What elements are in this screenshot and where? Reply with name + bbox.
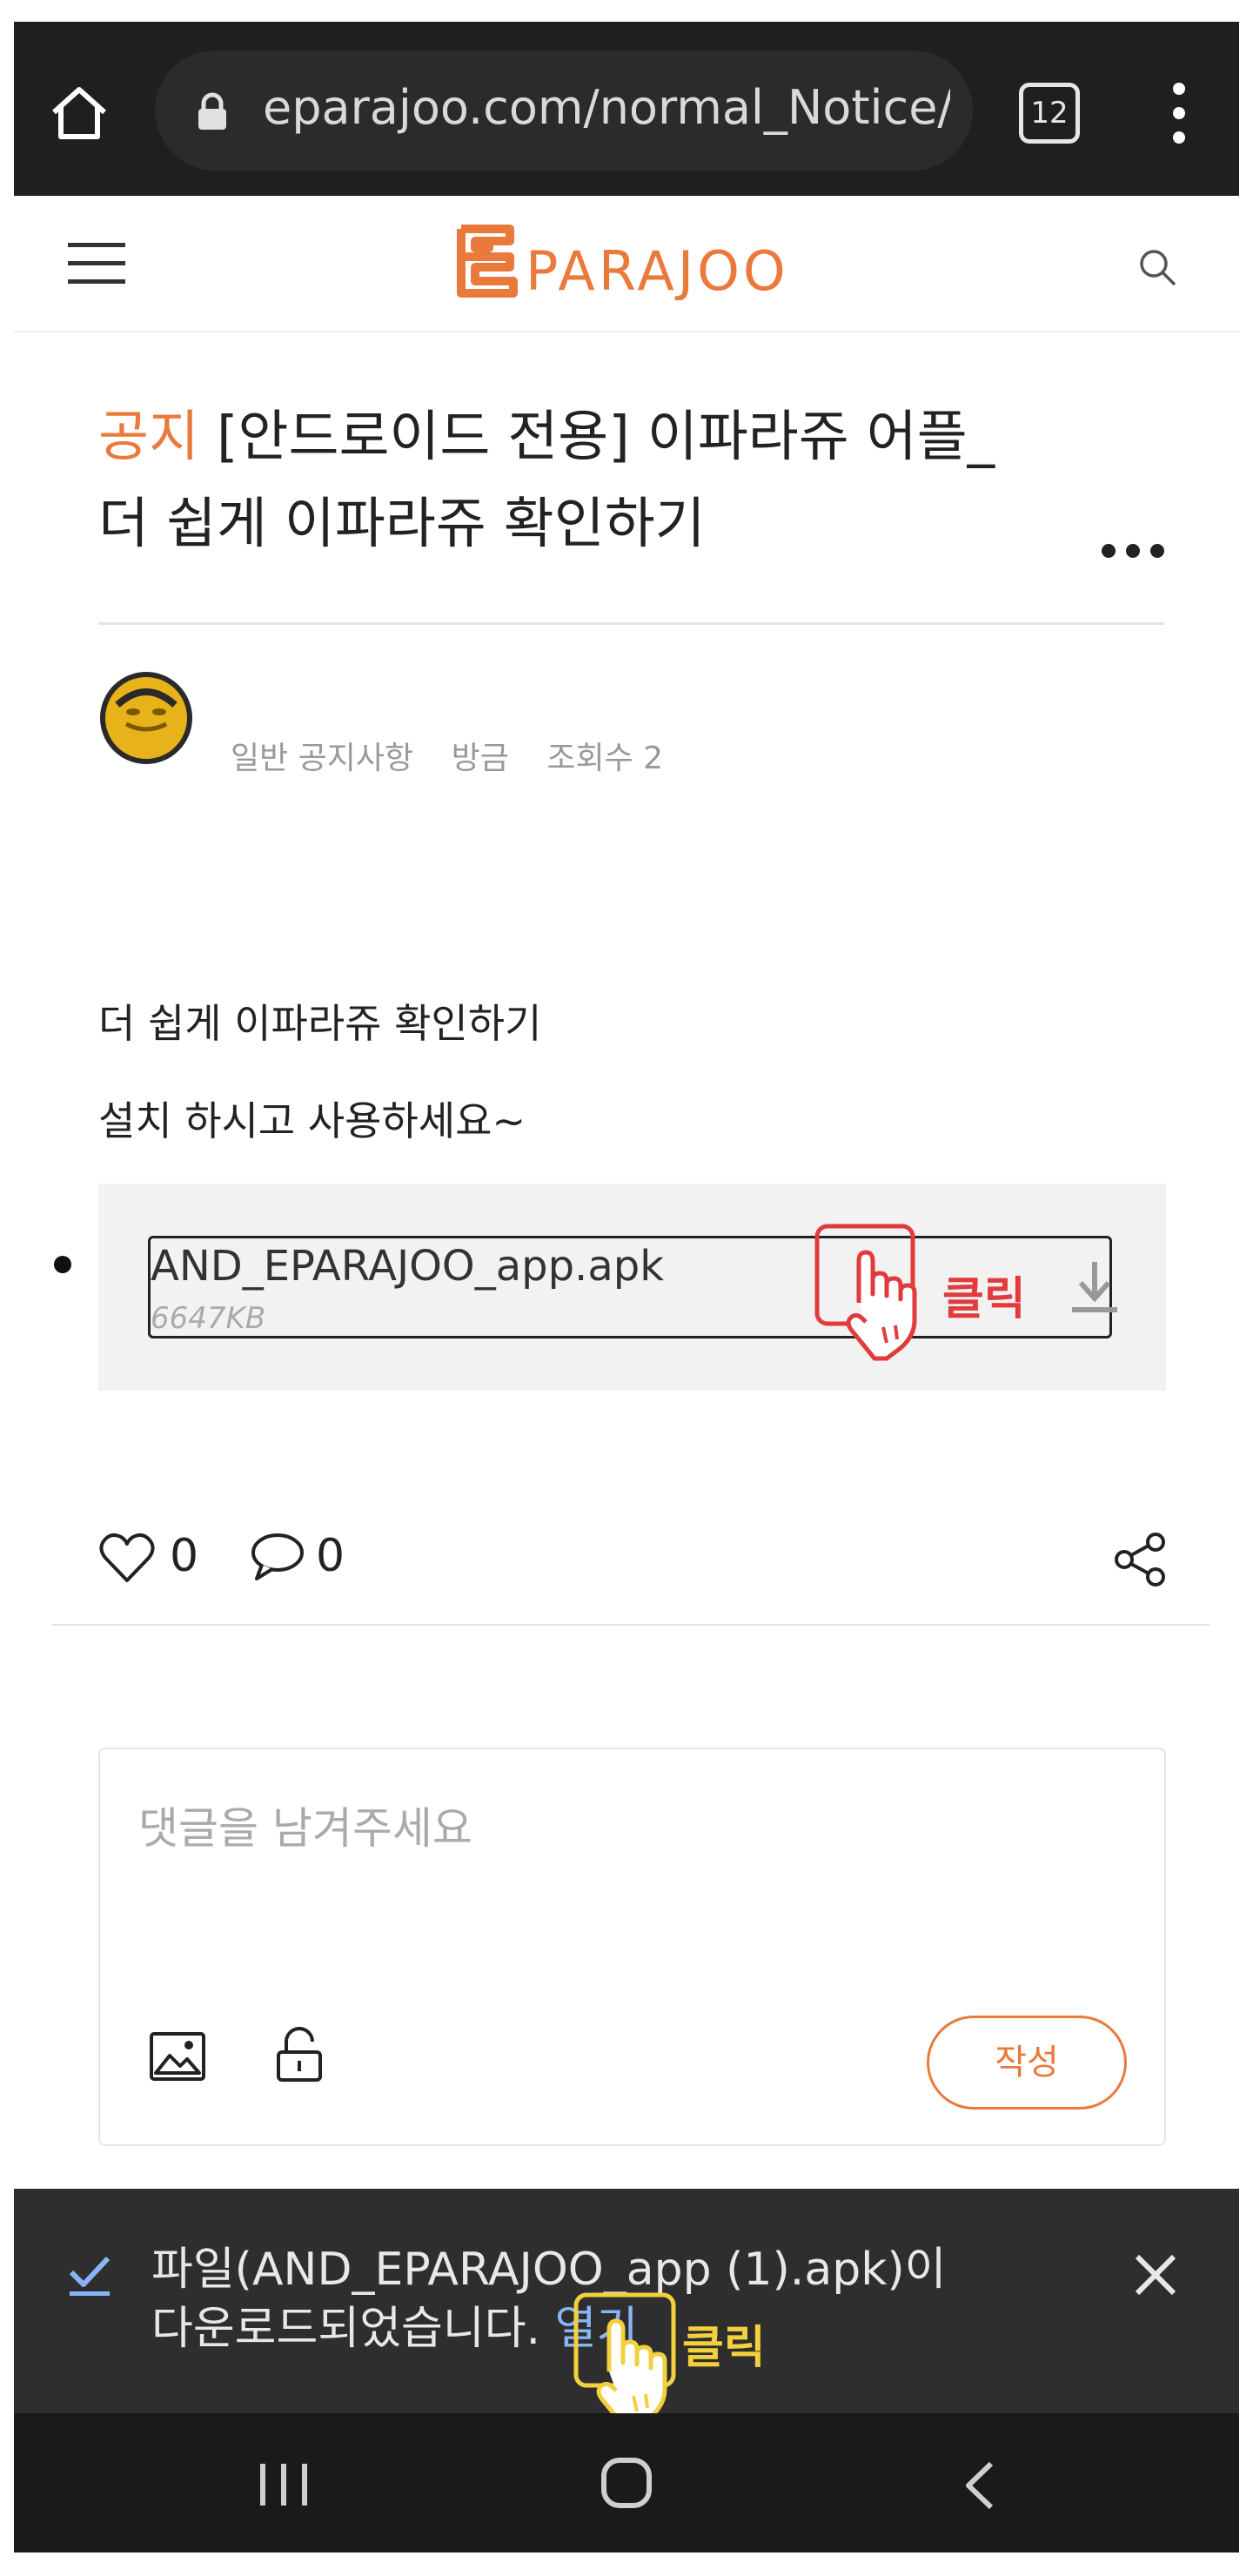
search-icon[interactable]	[1136, 246, 1180, 290]
frame-bottom	[0, 2553, 1253, 2576]
heart-icon[interactable]	[98, 1532, 156, 1584]
site-header: PARAJOO	[14, 196, 1239, 332]
title-divider	[98, 622, 1164, 625]
unlock-icon[interactable]	[274, 2026, 325, 2083]
hand-pointer-icon	[573, 2292, 676, 2430]
notice-badge: 공지	[98, 405, 199, 468]
more-horiz-icon[interactable]	[1098, 538, 1168, 564]
svg-text:PARAJOO: PARAJOO	[526, 239, 789, 300]
frame-top	[0, 0, 1253, 22]
hamburger-icon[interactable]	[66, 238, 127, 290]
check-icon	[69, 2256, 111, 2296]
comment-icon[interactable]	[250, 1532, 305, 1580]
download-icon[interactable]	[1069, 1258, 1121, 1318]
title-part1: [안드로이드 전용] 이파라쥬 어플_	[198, 405, 995, 468]
post-time: 방금	[451, 741, 509, 776]
frame-left	[0, 0, 14, 2576]
close-icon[interactable]	[1132, 2251, 1179, 2298]
like-count: 0	[170, 1530, 199, 1582]
site-logo[interactable]: PARAJOO	[449, 222, 814, 300]
system-nav-bar	[14, 2413, 1239, 2553]
click-annotation-red: 클릭	[942, 1273, 1026, 1325]
comment-input[interactable]	[137, 1784, 1097, 1873]
home-icon[interactable]	[49, 83, 110, 144]
image-icon[interactable]	[149, 2031, 206, 2082]
hand-pointer-icon	[814, 1224, 917, 1361]
body-text-line2: 설치 하시고 사용하세요~	[98, 1097, 526, 1144]
submit-comment-button[interactable]: 작성	[927, 2016, 1127, 2110]
comment-form: 작성	[98, 1748, 1166, 2146]
download-message-line1: 파일(AND_EPARAJOO_app (1).apk)이	[151, 2244, 947, 2296]
avatar[interactable]	[98, 670, 194, 766]
tab-switcher-button[interactable]: 12	[1019, 83, 1080, 144]
lock-icon	[198, 92, 226, 130]
click-annotation-yellow: 클릭	[682, 2322, 766, 2374]
download-message-text: 다운로드되었습니다.	[151, 2303, 555, 2355]
body-text-line1: 더 쉽게 이파라쥬 확인하기	[98, 1000, 542, 1047]
home-nav-icon[interactable]	[599, 2455, 654, 2511]
post-category[interactable]: 일반 공지사항	[231, 741, 413, 776]
download-snackbar: 파일(AND_EPARAJOO_app (1).apk)이 다운로드되었습니다.…	[14, 2189, 1239, 2430]
browser-toolbar: eparajoo.com/normal_Notice/ 12	[14, 22, 1239, 196]
frame-right	[1239, 0, 1253, 2576]
post-views: 조회수 2	[546, 741, 664, 776]
attachment-name: AND_EPARAJOO_app.apk	[151, 1242, 664, 1291]
share-icon[interactable]	[1112, 1532, 1168, 1587]
post-meta: 일반 공지사항 방금 조회수 2	[231, 733, 691, 778]
recents-icon[interactable]	[253, 2460, 314, 2509]
back-icon[interactable]	[958, 2459, 1002, 2512]
more-vert-icon[interactable]	[1167, 78, 1191, 148]
list-bullet	[54, 1256, 71, 1273]
url-text: eparajoo.com/normal_Notice/	[263, 80, 950, 135]
comment-count: 0	[316, 1530, 345, 1582]
social-divider	[52, 1624, 1209, 1626]
post-title: 공지 [안드로이드 전용] 이파라쥬 어플_ 더 쉽게 이파라쥬 확인하기	[98, 393, 1055, 567]
attachment-size: 6647KB	[151, 1301, 266, 1336]
title-part2: 더 쉽게 이파라쥬 확인하기	[98, 492, 706, 555]
url-bar[interactable]: eparajoo.com/normal_Notice/	[155, 50, 973, 171]
